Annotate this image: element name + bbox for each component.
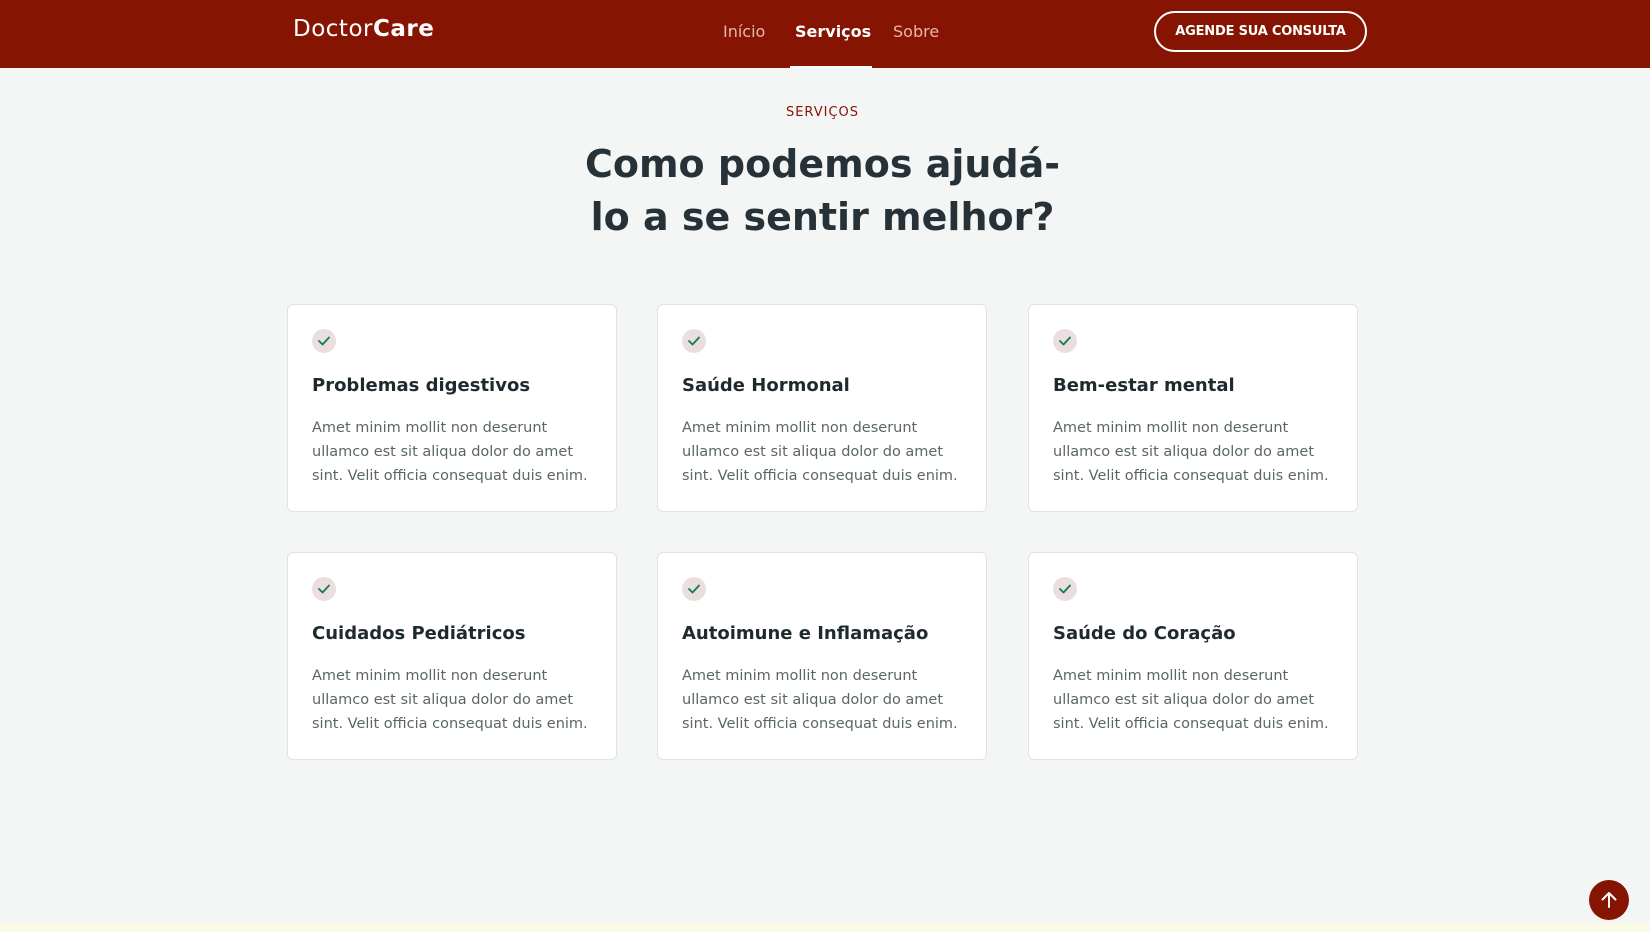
service-card-text: Amet minim mollit non deserunt ullamco e… — [682, 668, 958, 732]
service-card: Saúde do Coração Amet minim mollit non d… — [1028, 552, 1358, 760]
check-icon — [312, 577, 336, 601]
arrow-up-icon — [1600, 891, 1618, 909]
service-card: Problemas digestivos Amet minim mollit n… — [287, 304, 617, 512]
headline-line-2: lo a se sentir melhor? — [590, 195, 1055, 239]
service-card-title: Bem-estar mental — [1053, 375, 1235, 396]
service-card-text: Amet minim mollit non deserunt ullamco e… — [682, 420, 958, 484]
site-header: DoctorCare Início Serviços Sobre AGENDE … — [0, 0, 1650, 68]
service-card-text: Amet minim mollit non deserunt ullamco e… — [1053, 668, 1329, 732]
schedule-appointment-button[interactable]: AGENDE SUA CONSULTA — [1154, 11, 1367, 52]
service-card: Cuidados Pediátricos Amet minim mollit n… — [287, 552, 617, 760]
service-card-title: Saúde Hormonal — [682, 375, 850, 396]
active-nav-indicator — [790, 66, 872, 68]
check-icon — [1053, 577, 1077, 601]
section-eyebrow: SERVIÇOS — [785, 105, 860, 120]
service-card-title: Saúde do Coração — [1053, 623, 1236, 644]
section-headline: Como podemos ajudá- lo a se sentir melho… — [545, 138, 1100, 244]
nav-item-servicos[interactable]: Serviços — [795, 22, 871, 41]
headline-line-1: Como podemos ajudá- — [584, 142, 1061, 186]
footer-edge — [0, 922, 1650, 932]
main-nav: Início Serviços Sobre — [0, 0, 1650, 68]
check-icon — [682, 577, 706, 601]
service-card: Autoimune e Inflamação Amet minim mollit… — [657, 552, 987, 760]
service-card-text: Amet minim mollit non deserunt ullamco e… — [312, 420, 588, 484]
back-to-top-button[interactable] — [1589, 880, 1629, 920]
check-icon — [312, 329, 336, 353]
service-card-text: Amet minim mollit non deserunt ullamco e… — [312, 668, 588, 732]
service-card-text: Amet minim mollit non deserunt ullamco e… — [1053, 420, 1329, 484]
service-card-title: Cuidados Pediátricos — [312, 623, 526, 644]
nav-item-inicio[interactable]: Início — [723, 22, 765, 41]
nav-item-sobre[interactable]: Sobre — [893, 22, 939, 41]
check-icon — [1053, 329, 1077, 353]
service-card-title: Autoimune e Inflamação — [682, 623, 929, 644]
service-card: Bem-estar mental Amet minim mollit non d… — [1028, 304, 1358, 512]
service-card-title: Problemas digestivos — [312, 375, 531, 396]
check-icon — [682, 329, 706, 353]
service-card: Saúde Hormonal Amet minim mollit non des… — [657, 304, 987, 512]
